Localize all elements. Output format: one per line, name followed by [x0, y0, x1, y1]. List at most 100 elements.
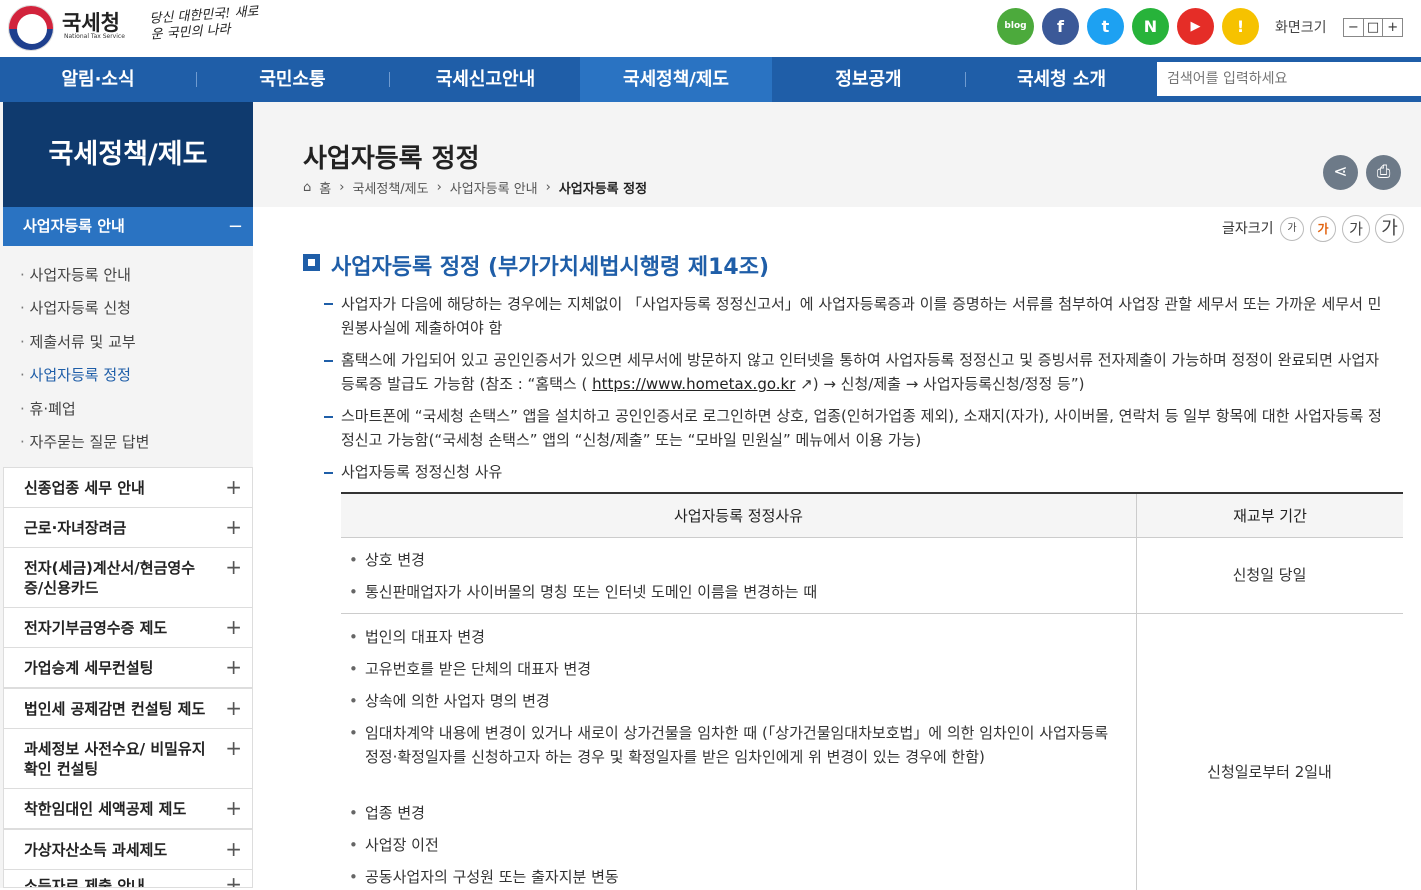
sidebar-group[interactable]: 근로·자녀장려금 + — [3, 507, 253, 548]
print-icon[interactable]: ⎙ — [1366, 155, 1401, 190]
expand-icon[interactable]: + — [225, 839, 242, 859]
slogan: 당신 대한민국! 새로운 국민의 나라 — [149, 4, 259, 43]
paragraph: 사업자가 다음에 해당하는 경우에는 지체없이 「사업자등록 정정신고서」에 사… — [341, 295, 1382, 337]
sidebar-group-label: 전자(세금)계산서/현금영수증/신용카드 — [24, 559, 195, 597]
chevron-right-icon: › — [436, 180, 442, 195]
breadcrumb: ⌂ 홈 › 국세정책/제도 › 사업자등록 안내 › 사업자등록 정정 — [303, 178, 647, 197]
font-size-xlarge-button[interactable]: 가 — [1375, 214, 1404, 243]
table-header: 사업자등록 정정사유 — [341, 494, 1136, 538]
kakao-icon[interactable]: ! — [1222, 8, 1259, 45]
breadcrumb-item[interactable]: 사업자등록 안내 — [450, 178, 538, 197]
sidebar-group-label: 근로·자녀장려금 — [24, 519, 127, 537]
paragraph: 홈택스에 가입되어 있고 공인인증서가 있으면 세무서에 방문하지 않고 인터넷… — [341, 348, 1391, 396]
sidebar-subitem[interactable]: 사업자등록 안내 — [20, 264, 131, 285]
expand-icon[interactable]: + — [225, 738, 242, 758]
paragraph-text: ↗) → 신청/제출 → 사업자등록신청/정정 등”) — [795, 375, 1085, 393]
zoom-reset-button[interactable]: □ — [1364, 19, 1384, 36]
collapse-icon[interactable]: − — [228, 207, 243, 246]
expand-icon[interactable]: + — [225, 698, 242, 718]
chevron-right-icon: › — [339, 180, 345, 195]
sidebar-subitem[interactable]: 사업자등록 신청 — [20, 297, 131, 318]
breadcrumb-current: 사업자등록 정정 — [558, 182, 648, 197]
blog-icon[interactable]: blog — [997, 8, 1034, 45]
sidebar-subitem[interactable]: 자주묻는 질문 답변 — [20, 431, 150, 452]
nts-logo[interactable] — [8, 5, 54, 51]
list-item: 고유번호를 받은 단체의 대표자 변경 — [349, 657, 1126, 681]
dash-bullet-icon — [324, 303, 333, 305]
sidebar-group[interactable]: 전자(세금)계산서/현금영수증/신용카드 + — [3, 547, 253, 608]
page-title: 사업자등록 정정 — [303, 144, 480, 174]
nav-item-notice[interactable]: 알림·소식 — [0, 57, 196, 102]
expand-icon[interactable]: + — [225, 557, 242, 577]
nav-item-disclosure[interactable]: 정보공개 — [772, 57, 965, 102]
font-size-large-button[interactable]: 가 — [1342, 215, 1370, 243]
font-size-label: 글자크기 — [1222, 221, 1274, 237]
youtube-icon[interactable]: ▶ — [1177, 8, 1214, 45]
sidebar-subitem[interactable]: 휴·폐업 — [20, 398, 76, 419]
expand-icon[interactable]: + — [225, 617, 242, 637]
home-icon[interactable]: ⌂ — [303, 180, 311, 195]
sidebar-group[interactable]: 과세정보 사전수요/ 비밀유지 확인 컨설팅 + — [3, 728, 253, 789]
sidebar-group[interactable]: 법인세 공제감면 컨설팅 제도 + — [3, 688, 253, 729]
twitter-icon[interactable]: t — [1087, 8, 1124, 45]
breadcrumb-item[interactable]: 홈 — [319, 178, 331, 197]
nav-item-about[interactable]: 국세청 소개 — [965, 57, 1158, 102]
sidebar-current-label: 사업자등록 안내 — [23, 217, 125, 235]
facebook-icon[interactable]: f — [1042, 8, 1079, 45]
sidebar-group[interactable]: 착한임대인 세액공제 제도 + — [3, 788, 253, 829]
sidebar-group[interactable]: 소득자료 제출 안내 + — [3, 869, 253, 888]
breadcrumb-item[interactable]: 국세정책/제도 — [352, 178, 428, 197]
sidebar-group[interactable]: 가업승계 세무컨설팅 + — [3, 647, 253, 688]
sidebar-group-label: 법인세 공제감면 컨설팅 제도 — [24, 700, 206, 718]
sidebar-current-section[interactable]: 사업자등록 안내 − — [3, 207, 253, 246]
table-header: 재교부 기간 — [1136, 494, 1403, 538]
chevron-right-icon: › — [545, 180, 551, 195]
section-title: 사업자등록 정정 (부가가치세법시행령 제14조) — [331, 255, 770, 280]
main-nav: 알림·소식 국민소통 국세신고안내 국세정책/제도 정보공개 국세청 소개 — [0, 57, 1421, 102]
sidebar-subitem[interactable]: 제출서류 및 교부 — [20, 331, 136, 352]
list-item: 임대차계약 내용에 변경이 있거나 새로이 상가건물을 임차한 때 (「상가건물… — [349, 721, 1126, 769]
paragraph: 사업자등록 정정신청 사유 — [341, 463, 503, 481]
sidebar-group-label: 과세정보 사전수요/ 비밀유지 확인 컨설팅 — [24, 740, 206, 778]
site-header: 국세청 National Tax Service 당신 대한민국! 새로운 국민… — [0, 0, 1421, 57]
sidebar: 국세정책/제도 사업자등록 안내 − 사업자등록 안내 사업자등록 신청 제출서… — [0, 102, 253, 888]
sidebar-group-label: 착한임대인 세액공제 제도 — [24, 800, 187, 818]
share-icon[interactable]: ⋖ — [1323, 155, 1358, 190]
sidebar-group-label: 가업승계 세무컨설팅 — [24, 659, 154, 677]
sidebar-group-label: 가상자산소득 과세제도 — [24, 841, 168, 859]
sidebar-title: 국세정책/제도 — [3, 102, 253, 207]
list-item: 상호 변경 — [349, 548, 1126, 572]
section-bullet-icon — [303, 254, 320, 271]
nav-item-tax-filing[interactable]: 국세신고안내 — [389, 57, 582, 102]
paragraph: 스마트폰에 “국세청 손택스” 앱을 설치하고 공인인증서로 로그인하면 상호,… — [341, 407, 1382, 449]
hometax-link[interactable]: https://www.hometax.go.kr — [592, 375, 795, 393]
list-item: 업종 변경 — [349, 801, 1126, 825]
brand-name-en: National Tax Service — [64, 33, 125, 40]
sidebar-subitem-active[interactable]: 사업자등록 정정 — [20, 364, 131, 385]
dash-bullet-icon — [324, 416, 333, 418]
zoom-in-button[interactable]: + — [1383, 19, 1402, 36]
expand-icon[interactable]: + — [225, 874, 242, 887]
list-item: 상속에 의한 사업자 명의 변경 — [349, 689, 1126, 713]
dash-bullet-icon — [324, 360, 333, 362]
expand-icon[interactable]: + — [225, 798, 242, 818]
zoom-out-button[interactable]: − — [1344, 19, 1364, 36]
dash-bullet-icon — [324, 472, 333, 474]
nav-item-tax-policy[interactable]: 국세정책/제도 — [580, 57, 772, 102]
font-size-small-button[interactable]: 가 — [1280, 217, 1304, 241]
list-item: 공동사업자의 구성원 또는 출자지분 변동 — [349, 865, 1126, 889]
sidebar-group-label: 전자기부금영수증 제도 — [24, 619, 168, 637]
expand-icon[interactable]: + — [225, 477, 242, 497]
sidebar-group[interactable]: 신종업종 세무 안내 + — [3, 467, 253, 508]
naver-post-icon[interactable]: N — [1132, 8, 1169, 45]
nav-item-communication[interactable]: 국민소통 — [196, 57, 389, 102]
list-item: 사업장 이전 — [349, 833, 1126, 857]
sidebar-group[interactable]: 전자기부금영수증 제도 + — [3, 607, 253, 648]
font-size-medium-button[interactable]: 가 — [1310, 216, 1336, 242]
correction-reasons-table: 사업자등록 정정사유 재교부 기간 상호 변경 통신판매업자가 사이버몰의 명칭… — [341, 492, 1403, 890]
expand-icon[interactable]: + — [225, 657, 242, 677]
sidebar-group[interactable]: 가상자산소득 과세제도 + — [3, 829, 253, 870]
list-item: 통신판매업자가 사이버몰의 명칭 또는 인터넷 도메인 이름을 변경하는 때 — [349, 580, 1126, 604]
expand-icon[interactable]: + — [225, 517, 242, 537]
search-input[interactable] — [1157, 62, 1421, 96]
